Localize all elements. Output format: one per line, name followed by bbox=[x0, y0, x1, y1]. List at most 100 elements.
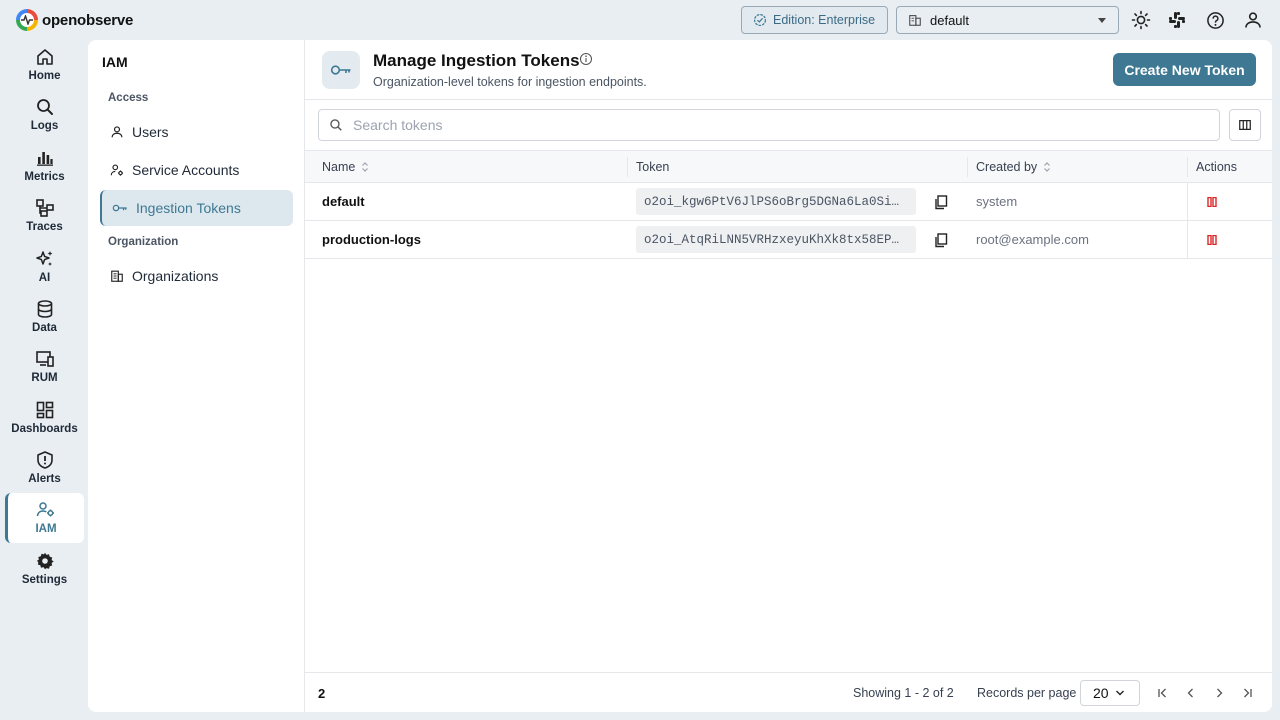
copy-icon[interactable] bbox=[932, 193, 950, 211]
edition-badge[interactable]: Edition: Enterprise bbox=[741, 6, 888, 34]
page-subtitle: Organization-level tokens for ingestion … bbox=[373, 75, 647, 89]
nav-dashboards[interactable]: Dashboards bbox=[5, 393, 84, 443]
verified-icon bbox=[753, 13, 767, 27]
theme-toggle-icon[interactable] bbox=[1130, 9, 1152, 31]
next-page-icon[interactable] bbox=[1210, 684, 1228, 702]
nav-iam-label: IAM bbox=[35, 523, 57, 535]
nav-metrics-label: Metrics bbox=[24, 171, 65, 183]
sparkle-icon bbox=[34, 248, 56, 270]
page-header: Manage Ingestion Tokens Organization-lev… bbox=[305, 40, 1272, 100]
nav-alerts[interactable]: Alerts bbox=[5, 443, 84, 493]
column-header-actions-label: Actions bbox=[1196, 159, 1237, 174]
dashboard-icon bbox=[34, 399, 56, 421]
organization-select[interactable]: default bbox=[896, 6, 1119, 34]
column-header-actions: Actions bbox=[1196, 151, 1237, 182]
nav-settings-label: Settings bbox=[21, 574, 68, 586]
nav-settings[interactable]: Settings bbox=[5, 544, 84, 594]
nav-home[interactable]: Home bbox=[5, 40, 84, 90]
top-bar: openobserve Edition: Enterprise default bbox=[0, 0, 1280, 40]
column-header-token-label: Token bbox=[636, 159, 670, 174]
sidebar-item-organizations[interactable]: Organizations bbox=[100, 258, 293, 294]
first-page-icon[interactable] bbox=[1154, 684, 1172, 702]
token-created-by: system bbox=[976, 194, 1018, 209]
pause-icon[interactable] bbox=[1205, 195, 1219, 209]
nav-logs-label: Logs bbox=[30, 120, 59, 132]
app-logo[interactable]: openobserve bbox=[16, 9, 133, 31]
key-icon bbox=[322, 51, 360, 89]
nav-traces[interactable]: Traces bbox=[5, 191, 84, 241]
sort-icon bbox=[1044, 161, 1051, 172]
nav-logs[interactable]: Logs bbox=[5, 90, 84, 140]
chevron-down-icon bbox=[1098, 18, 1106, 23]
previous-page-icon[interactable] bbox=[1182, 684, 1200, 702]
help-icon[interactable] bbox=[1204, 9, 1226, 31]
iam-icon bbox=[35, 499, 57, 521]
column-divider bbox=[1187, 183, 1188, 221]
devices-icon bbox=[34, 348, 56, 370]
nav-ai-label: AI bbox=[38, 272, 51, 284]
user-icon bbox=[111, 126, 123, 138]
nav-iam[interactable]: IAM bbox=[5, 493, 84, 543]
columns-icon bbox=[1239, 120, 1251, 130]
token-name: default bbox=[322, 194, 365, 209]
organization-selected-value: default bbox=[930, 12, 970, 28]
token-value: o2oi_kgw6PtV6JlPS6oBrg5DGNa6La0Si… bbox=[636, 188, 916, 215]
column-header-name[interactable]: Name bbox=[322, 151, 369, 182]
token-created-by: root@example.com bbox=[976, 232, 1089, 247]
create-new-token-button[interactable]: Create New Token bbox=[1113, 53, 1256, 86]
slack-icon[interactable] bbox=[1166, 9, 1188, 31]
sidebar-section-access: Access bbox=[108, 92, 149, 104]
building-icon bbox=[909, 15, 921, 26]
key-icon bbox=[112, 204, 127, 212]
column-header-created-by-label: Created by bbox=[976, 159, 1038, 174]
edition-label: Edition: Enterprise bbox=[773, 13, 876, 27]
sort-icon bbox=[362, 161, 369, 172]
last-page-icon[interactable] bbox=[1238, 684, 1256, 702]
sidebar-item-organizations-label: Organizations bbox=[132, 268, 219, 284]
table-row: default o2oi_kgw6PtV6JlPS6oBrg5DGNa6La0S… bbox=[305, 183, 1272, 221]
pagination-summary: Showing 1 - 2 of 2 bbox=[853, 686, 954, 700]
table-footer: 2 Showing 1 - 2 of 2 Records per page 20 bbox=[305, 672, 1272, 712]
home-icon bbox=[34, 46, 56, 68]
user-account-icon[interactable] bbox=[1242, 9, 1264, 31]
database-icon bbox=[34, 298, 56, 320]
nav-home-label: Home bbox=[28, 70, 61, 82]
sidebar-title: IAM bbox=[102, 54, 128, 70]
search-icon bbox=[330, 119, 342, 131]
nav-rum[interactable]: RUM bbox=[5, 342, 84, 392]
nav-metrics[interactable]: Metrics bbox=[5, 141, 84, 191]
sidebar-item-users[interactable]: Users bbox=[100, 114, 293, 150]
sidebar-item-service-accounts-label: Service Accounts bbox=[132, 162, 240, 178]
nav-dashboards-label: Dashboards bbox=[11, 423, 78, 435]
nav-alerts-label: Alerts bbox=[28, 473, 61, 485]
token-name: production-logs bbox=[322, 232, 421, 247]
nav-ai[interactable]: AI bbox=[5, 242, 84, 292]
main-nav-rail: Home Logs Metrics Traces AI Data RUM Das… bbox=[0, 40, 88, 720]
column-header-created-by[interactable]: Created by bbox=[976, 151, 1051, 182]
column-divider bbox=[627, 157, 628, 177]
sidebar-item-ingestion-tokens-label: Ingestion Tokens bbox=[136, 200, 241, 216]
alert-shield-icon bbox=[34, 449, 56, 471]
logo-mark-icon bbox=[16, 9, 38, 31]
nav-data[interactable]: Data bbox=[5, 292, 84, 342]
column-header-name-label: Name bbox=[322, 159, 356, 174]
search-box bbox=[318, 109, 1220, 141]
sidebar-item-service-accounts[interactable]: Service Accounts bbox=[100, 152, 293, 188]
iam-sidebar: IAM Access Users Service Accounts Ingest… bbox=[88, 40, 305, 712]
records-per-page-select[interactable]: 20 bbox=[1080, 680, 1140, 706]
copy-icon[interactable] bbox=[932, 231, 950, 249]
info-icon[interactable] bbox=[579, 52, 593, 71]
sidebar-item-ingestion-tokens[interactable]: Ingestion Tokens bbox=[100, 190, 293, 226]
pause-icon[interactable] bbox=[1205, 233, 1219, 247]
search-icon bbox=[34, 96, 56, 118]
sidebar-item-users-label: Users bbox=[132, 124, 169, 140]
column-divider bbox=[967, 157, 968, 177]
chevron-down-icon bbox=[1115, 690, 1124, 696]
page-title: Manage Ingestion Tokens bbox=[373, 51, 580, 70]
table-header: Name Token Created by Actions bbox=[305, 150, 1272, 183]
column-toggle-button[interactable] bbox=[1229, 109, 1261, 141]
token-value: o2oi_AtqRiLNN5VRHzxeyuKhXk8tx58EP… bbox=[636, 226, 916, 253]
service-account-icon bbox=[110, 164, 124, 176]
column-divider bbox=[1187, 157, 1188, 177]
search-input[interactable] bbox=[353, 117, 1153, 133]
